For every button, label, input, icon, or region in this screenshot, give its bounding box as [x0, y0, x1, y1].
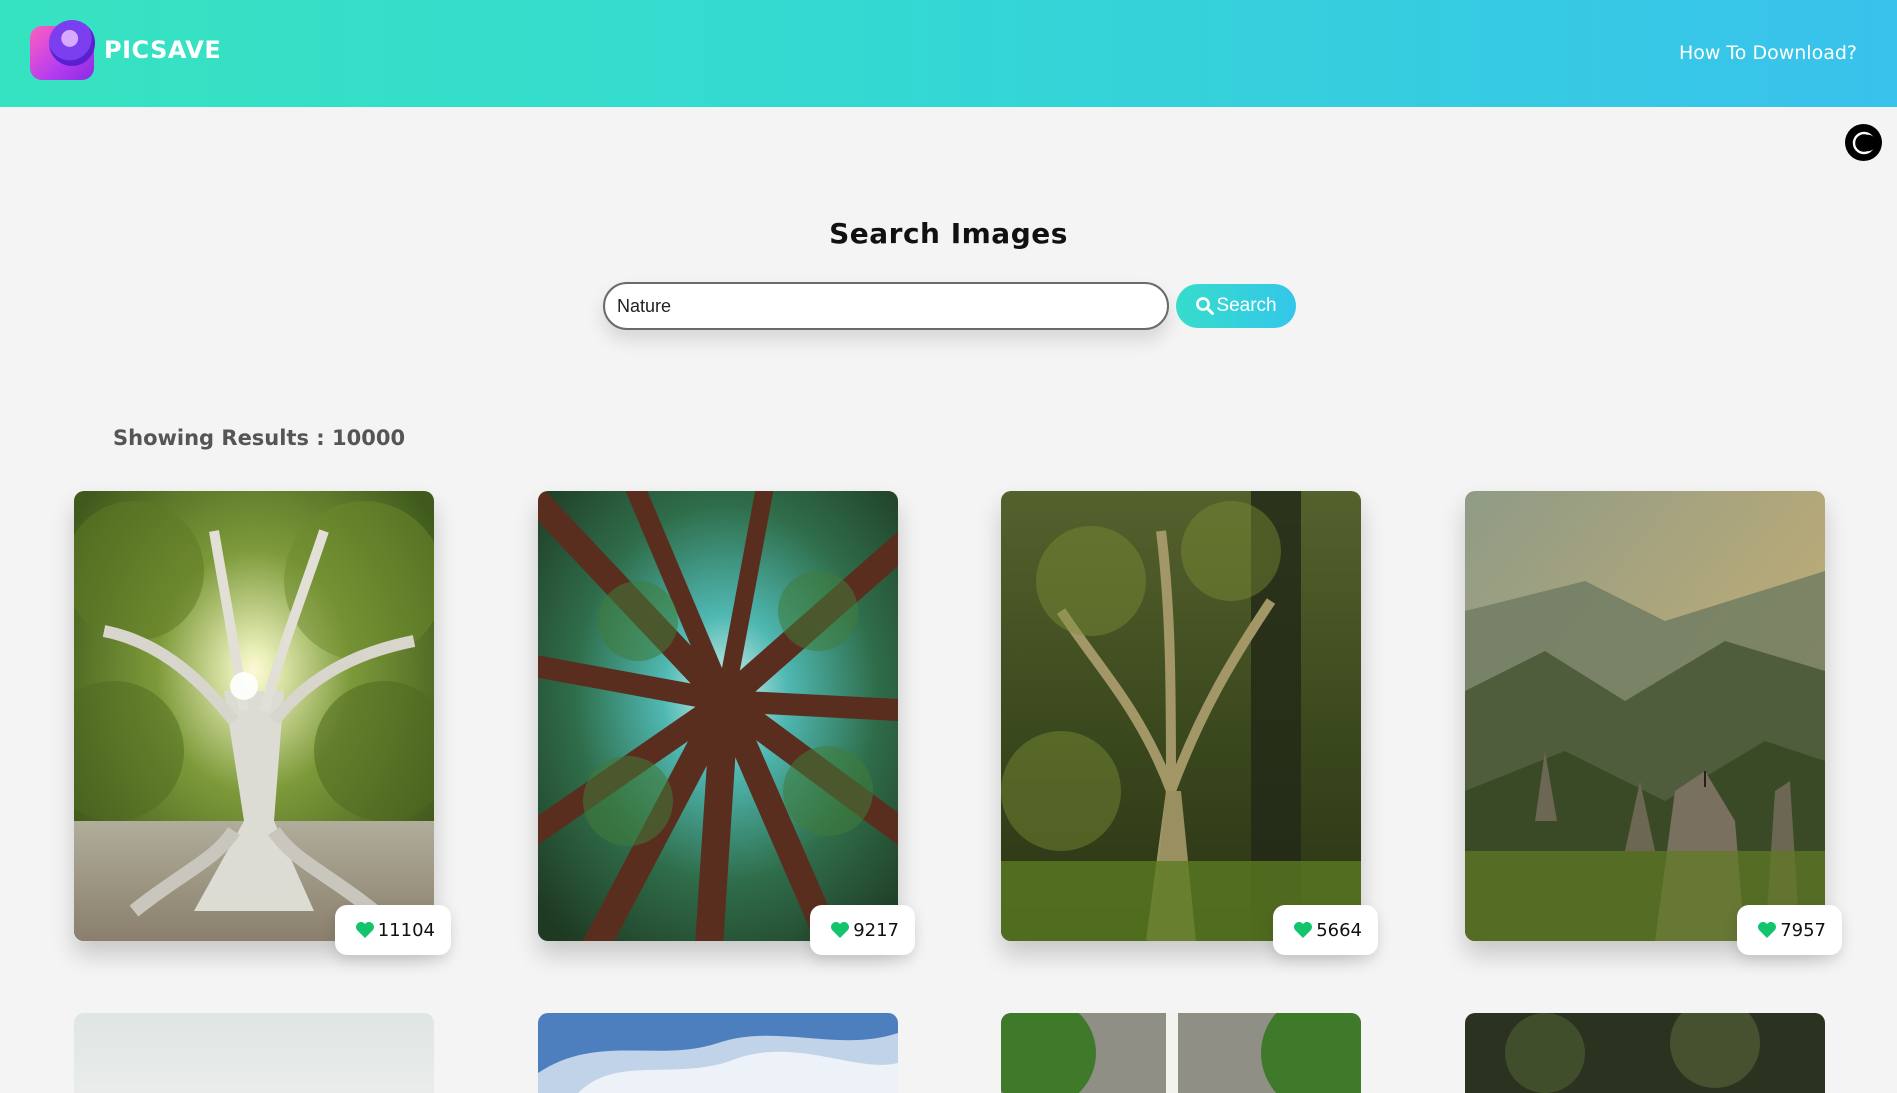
- top-header: PICSAVE How To Download?: [0, 0, 1897, 107]
- crescent-moon-icon: [1852, 131, 1876, 154]
- heart-icon: [831, 922, 850, 938]
- magnifier-icon: [1196, 297, 1215, 315]
- heart-icon: [1294, 922, 1313, 938]
- like-count: 11104: [377, 919, 435, 941]
- like-badge[interactable]: 7957: [1737, 905, 1842, 955]
- image-thumbnail[interactable]: [1001, 491, 1361, 941]
- image-thumbnail[interactable]: [1465, 491, 1825, 941]
- image-card[interactable]: 9217: [538, 491, 915, 955]
- how-to-download-link[interactable]: How To Download?: [1679, 42, 1857, 64]
- image-card[interactable]: 11104: [74, 491, 451, 955]
- search-input[interactable]: [603, 282, 1169, 330]
- search-button-label: Search: [1216, 295, 1277, 316]
- image-card[interactable]: 5664: [1001, 491, 1378, 955]
- heart-icon: [355, 922, 374, 938]
- logo-icon: [30, 20, 96, 80]
- results-count: Showing Results : 10000: [113, 426, 406, 450]
- image-thumbnail[interactable]: [74, 1013, 434, 1093]
- brand-name: PICSAVE: [104, 36, 222, 64]
- like-count: 7957: [1780, 919, 1826, 941]
- dark-mode-toggle[interactable]: [1845, 124, 1882, 161]
- page-title: Search Images: [829, 217, 1068, 250]
- like-count: 5664: [1316, 919, 1362, 941]
- image-thumbnail[interactable]: [538, 491, 898, 941]
- like-badge[interactable]: 11104: [334, 905, 451, 955]
- image-thumbnail[interactable]: [538, 1013, 898, 1093]
- image-card[interactable]: 7957: [1465, 491, 1842, 955]
- heart-icon: [1758, 922, 1777, 938]
- brand-logo[interactable]: PICSAVE: [30, 20, 221, 80]
- like-badge[interactable]: 9217: [810, 905, 915, 955]
- search-button[interactable]: Search: [1176, 284, 1296, 328]
- like-badge[interactable]: 5664: [1273, 905, 1378, 955]
- image-thumbnail[interactable]: [74, 491, 434, 941]
- image-thumbnail[interactable]: [1465, 1013, 1825, 1093]
- image-thumbnail[interactable]: [1001, 1013, 1361, 1093]
- like-count: 9217: [853, 919, 899, 941]
